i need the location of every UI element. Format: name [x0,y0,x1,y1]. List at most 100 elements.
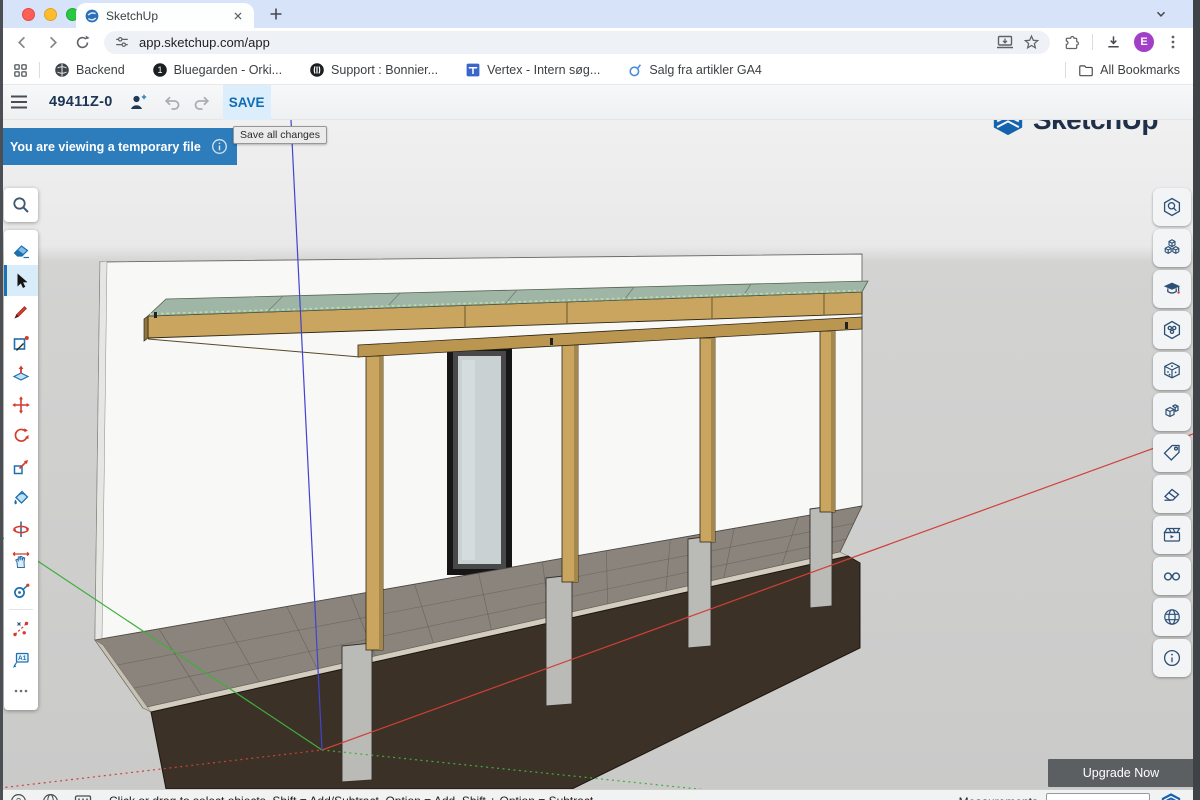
tool-search-button[interactable] [4,188,38,222]
eraser-icon [11,240,31,260]
model-door [447,344,512,575]
tool-push-pull[interactable] [4,358,38,389]
push-pull-icon [11,364,31,384]
orbit-icon [11,519,31,539]
browser-window: SketchUp [0,0,1200,800]
bookmark-vertex[interactable]: Vertex - Intern søg... [465,62,600,78]
language-globe-icon[interactable] [42,793,59,800]
panel-styles[interactable] [1153,352,1191,390]
bookmark-backend[interactable]: Backend [54,62,125,78]
panel-geolocation[interactable] [1153,598,1191,636]
panel-instructor[interactable] [1153,270,1191,308]
address-bar: app.sketchup.com/app E [0,28,1200,56]
left-toolbar: A1 [4,230,38,710]
send-to-device-icon[interactable] [996,34,1014,50]
panel-soften-edges[interactable] [1153,475,1191,513]
tool-pan[interactable] [4,544,38,575]
tool-orbit[interactable] [4,513,38,544]
tool-more[interactable] [4,675,38,706]
outliner-icon [1161,401,1183,423]
panel-search-model[interactable] [1153,188,1191,226]
tool-shapes[interactable] [4,327,38,358]
undo-button[interactable] [157,85,187,120]
sketchup-favicon [85,9,99,23]
window-layout-icon [465,62,481,78]
model-posts [366,331,835,650]
minimize-window-button[interactable] [44,8,57,21]
reload-icon[interactable] [74,34,91,51]
close-window-button[interactable] [22,8,35,21]
downloads-icon[interactable] [1105,34,1122,51]
bookmark-star-icon[interactable] [1023,34,1040,51]
tool-dimensions[interactable] [4,613,38,644]
tool-tape-measure[interactable] [4,575,38,606]
panel-components[interactable] [1153,229,1191,267]
panel-outliner[interactable] [1153,393,1191,431]
panel-tags[interactable] [1153,434,1191,472]
main-menu-button[interactable] [4,85,34,120]
red-axis [322,434,1193,750]
tool-pencil[interactable] [4,296,38,327]
url-field[interactable]: app.sketchup.com/app [104,31,1050,54]
tool-move[interactable] [4,389,38,420]
upgrade-now-button[interactable]: Upgrade Now [1048,759,1194,787]
all-bookmarks-button[interactable]: All Bookmarks [1078,63,1180,78]
browser-menu-icon[interactable] [1166,34,1180,50]
bookmark-label: Salg fra artikler GA4 [649,63,762,77]
info-icon[interactable] [211,138,228,155]
tool-rotate[interactable] [4,420,38,451]
select-arrow-icon [11,271,31,291]
more-tools-icon [11,681,31,701]
browser-tab[interactable]: SketchUp [76,3,254,28]
model-footings [342,506,832,782]
tool-scale[interactable] [4,451,38,482]
profile-avatar[interactable]: E [1134,32,1154,52]
save-button[interactable]: SAVE [223,85,271,120]
tab-search-chevron-icon[interactable] [1154,7,1168,21]
styles-icon [1161,360,1183,382]
panel-materials[interactable] [1153,311,1191,349]
scenes-clapperboard-icon [1161,524,1183,546]
soften-edges-eraser-icon [1161,483,1183,505]
help-icon[interactable]: ? [10,793,27,800]
bookmark-support[interactable]: Support : Bonnier... [309,62,438,78]
globe-dark-icon [54,62,70,78]
bookmark-label: Support : Bonnier... [331,63,438,77]
panel-model-info[interactable] [1153,639,1191,677]
share-collaborate-button[interactable] [123,85,153,120]
tool-eraser[interactable] [4,234,38,265]
green-axis [0,536,322,750]
keyboard-icon[interactable] [74,794,92,800]
green-axis-dotted [322,750,900,789]
tool-paint-bucket[interactable] [4,482,38,513]
temporary-file-banner: You are viewing a temporary file [0,128,237,165]
model-canvas[interactable]: You are viewing a temporary file Save al… [0,120,1193,789]
status-bar: ? Click or drag to select objects. Shift… [0,789,1200,800]
divider [1065,62,1066,78]
divider [39,62,40,78]
back-icon[interactable] [14,34,31,51]
sketchup-header: 49411Z-0 SAVE [0,85,1200,120]
folder-icon [1078,63,1094,78]
tape-measure-icon [11,581,31,601]
apps-grid-icon[interactable] [12,62,29,79]
tab-close-icon[interactable] [231,9,245,23]
tab-title: SketchUp [106,9,224,23]
model-axes [0,120,1193,789]
move-icon [11,395,31,415]
panel-views[interactable] [1153,557,1191,595]
tool-text[interactable]: A1 [4,644,38,675]
panel-scenes[interactable] [1153,516,1191,554]
bookmark-bluegarden[interactable]: 1 Bluegarden - Orki... [152,62,282,78]
forward-icon[interactable] [44,34,61,51]
new-tab-button[interactable] [268,6,284,22]
tool-select[interactable] [4,265,38,296]
bookmark-ga4[interactable]: Salg fra artikler GA4 [627,62,762,78]
site-settings-icon[interactable] [114,34,130,50]
undo-icon [162,94,182,111]
measurements-input[interactable] [1046,793,1150,800]
bookmark-label: Bluegarden - Orki... [174,63,282,77]
extensions-icon[interactable] [1063,34,1080,51]
redo-button[interactable] [187,85,217,120]
blue-axis [291,120,322,750]
